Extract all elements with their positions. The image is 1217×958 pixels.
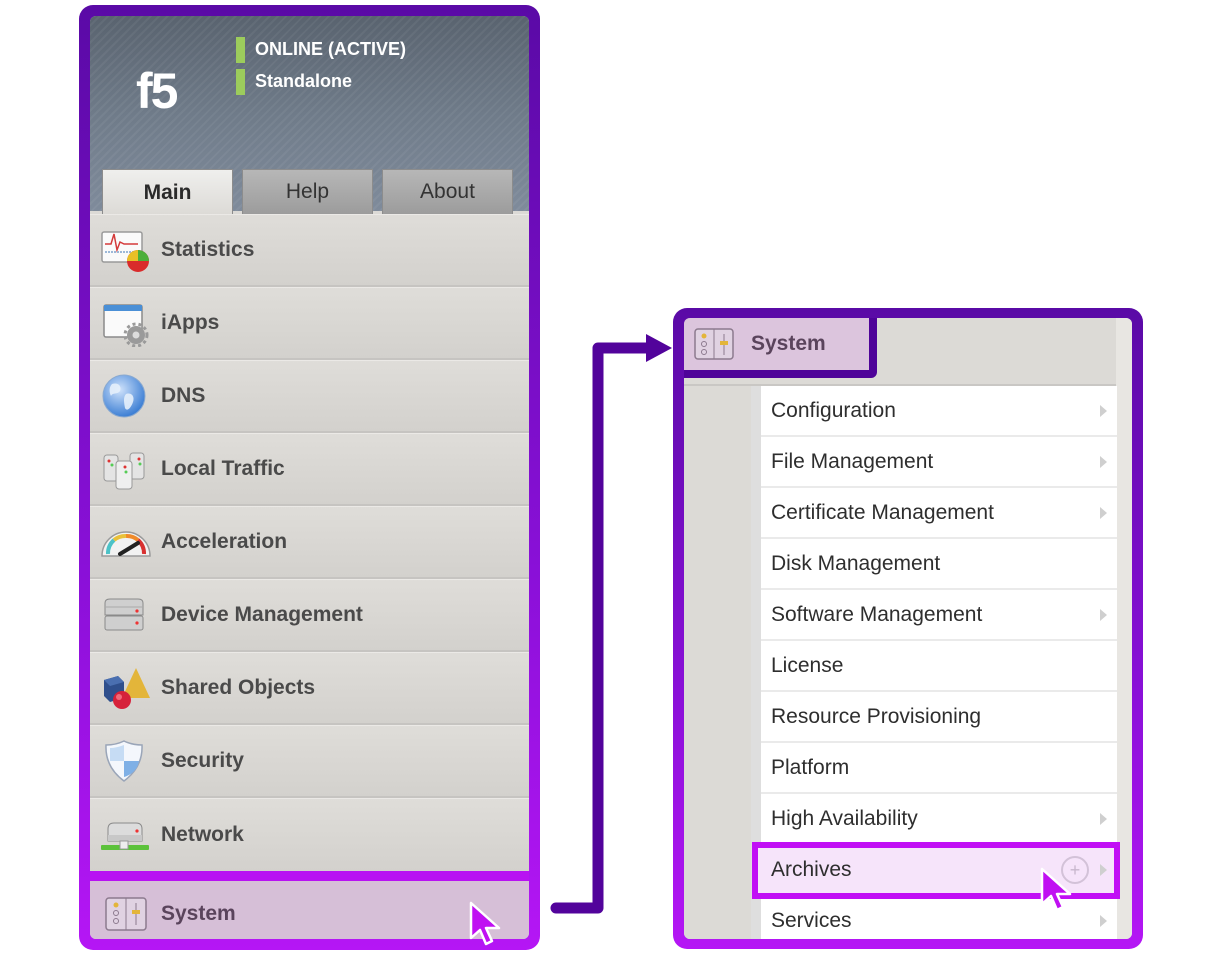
iapps-window-gear-icon [100,299,152,347]
main-menu: Statistics iApps DNS Local Traffic Accel… [90,214,529,939]
submenu-item-resource-provisioning[interactable]: Resource Provisioning [761,692,1117,743]
submenu-header: System [684,318,1117,386]
submenu-item-label: Disk Management [771,551,941,575]
statistics-chart-icon [100,226,152,274]
submenu-item-platform[interactable]: Platform [761,743,1117,794]
system-sliders-icon [693,327,735,361]
status-indicator-icon [236,68,245,95]
chevron-right-icon [1100,608,1107,621]
menu-item-dns[interactable]: DNS [90,360,529,433]
servers-icon [100,445,152,493]
device-stack-icon [100,591,152,639]
system-submenu-panel: System Configuration File Management Cer… [673,308,1143,949]
menu-item-security[interactable]: Security [90,725,529,798]
menu-item-label: Security [161,748,244,772]
status-failover: ONLINE (ACTIVE) [236,36,406,63]
menu-item-local-traffic[interactable]: Local Traffic [90,433,529,506]
submenu-item-label: Services [771,908,852,932]
menu-item-label: Network [161,822,244,846]
submenu-item-label: Certificate Management [771,500,994,524]
menu-item-acceleration[interactable]: Acceleration [90,506,529,579]
system-tab-highlight: System [684,318,877,378]
status-indicator-icon [236,36,245,63]
shapes-icon [100,664,152,712]
chevron-right-icon [1100,455,1107,468]
submenu-item-disk-management[interactable]: Disk Management [761,539,1117,590]
menu-item-label: Local Traffic [161,456,285,480]
chevron-right-icon [1100,506,1107,519]
mouse-cursor-icon [1040,867,1072,912]
submenu-item-license[interactable]: License [761,641,1117,692]
submenu-item-file-management[interactable]: File Management [761,437,1117,488]
submenu-item-label: Archives [771,857,852,881]
device-status: ONLINE (ACTIVE) Standalone [236,36,406,100]
menu-item-statistics[interactable]: Statistics [90,214,529,287]
globe-icon [100,372,152,420]
submenu-left-rail [684,386,751,939]
submenu-title: System [751,332,826,355]
menu-item-network[interactable]: Network [90,798,529,871]
submenu-item-label: File Management [771,449,934,473]
menu-item-iapps[interactable]: iApps [90,287,529,360]
selection-highlight-bar [90,871,529,881]
menu-item-shared-objects[interactable]: Shared Objects [90,652,529,725]
chevron-right-icon [1100,404,1107,417]
submenu-panel-inner: System Configuration File Management Cer… [684,318,1132,939]
submenu-item-configuration[interactable]: Configuration [761,386,1117,437]
menu-item-label: iApps [161,310,220,334]
system-sliders-icon [100,890,152,938]
submenu-item-software-management[interactable]: Software Management [761,590,1117,641]
main-navigation-panel: f5 ONLINE (ACTIVE) Standalone Main Help … [79,5,540,950]
menu-item-label: Shared Objects [161,675,316,699]
speedometer-icon [100,518,152,566]
menu-item-device-management[interactable]: Device Management [90,579,529,652]
f5-logo: f5 [136,63,178,119]
submenu-item-label: Configuration [771,398,896,422]
menu-item-label: Statistics [161,237,255,261]
submenu-item-label: Platform [771,755,850,779]
menu-item-label: DNS [161,383,206,407]
submenu-item-label: Resource Provisioning [771,704,982,728]
status-mode: Standalone [236,68,406,95]
status-failover-label: ONLINE (ACTIVE) [255,39,406,59]
tab-about[interactable]: About [382,169,513,214]
tab-main[interactable]: Main [102,169,233,215]
menu-item-label: System [161,902,236,925]
banner-header: f5 ONLINE (ACTIVE) Standalone Main Help … [90,16,529,215]
menu-item-label: Acceleration [161,529,288,553]
chevron-right-icon [1100,812,1107,825]
submenu-right-strip [1116,318,1132,939]
submenu-item-high-availability[interactable]: High Availability [761,794,1117,845]
network-device-icon [100,811,152,859]
mouse-cursor-icon [469,901,501,946]
submenu-item-label: High Availability [771,806,918,830]
submenu-item-label: License [771,653,844,677]
submenu-item-certificate-management[interactable]: Certificate Management [761,488,1117,539]
menu-item-system[interactable]: System [90,881,529,939]
navigation-panel-inner: f5 ONLINE (ACTIVE) Standalone Main Help … [90,16,529,939]
top-tabs: Main Help About [102,169,522,215]
system-menu-tab[interactable]: System [684,318,869,370]
tab-help[interactable]: Help [242,169,373,214]
submenu-list: Configuration File Management Certificat… [751,386,1120,939]
submenu-item-label: Software Management [771,602,983,626]
shield-icon [100,737,152,785]
status-mode-label: Standalone [255,71,353,91]
chevron-right-icon [1100,914,1107,927]
menu-item-label: Device Management [161,602,363,626]
chevron-right-icon [1100,863,1107,876]
